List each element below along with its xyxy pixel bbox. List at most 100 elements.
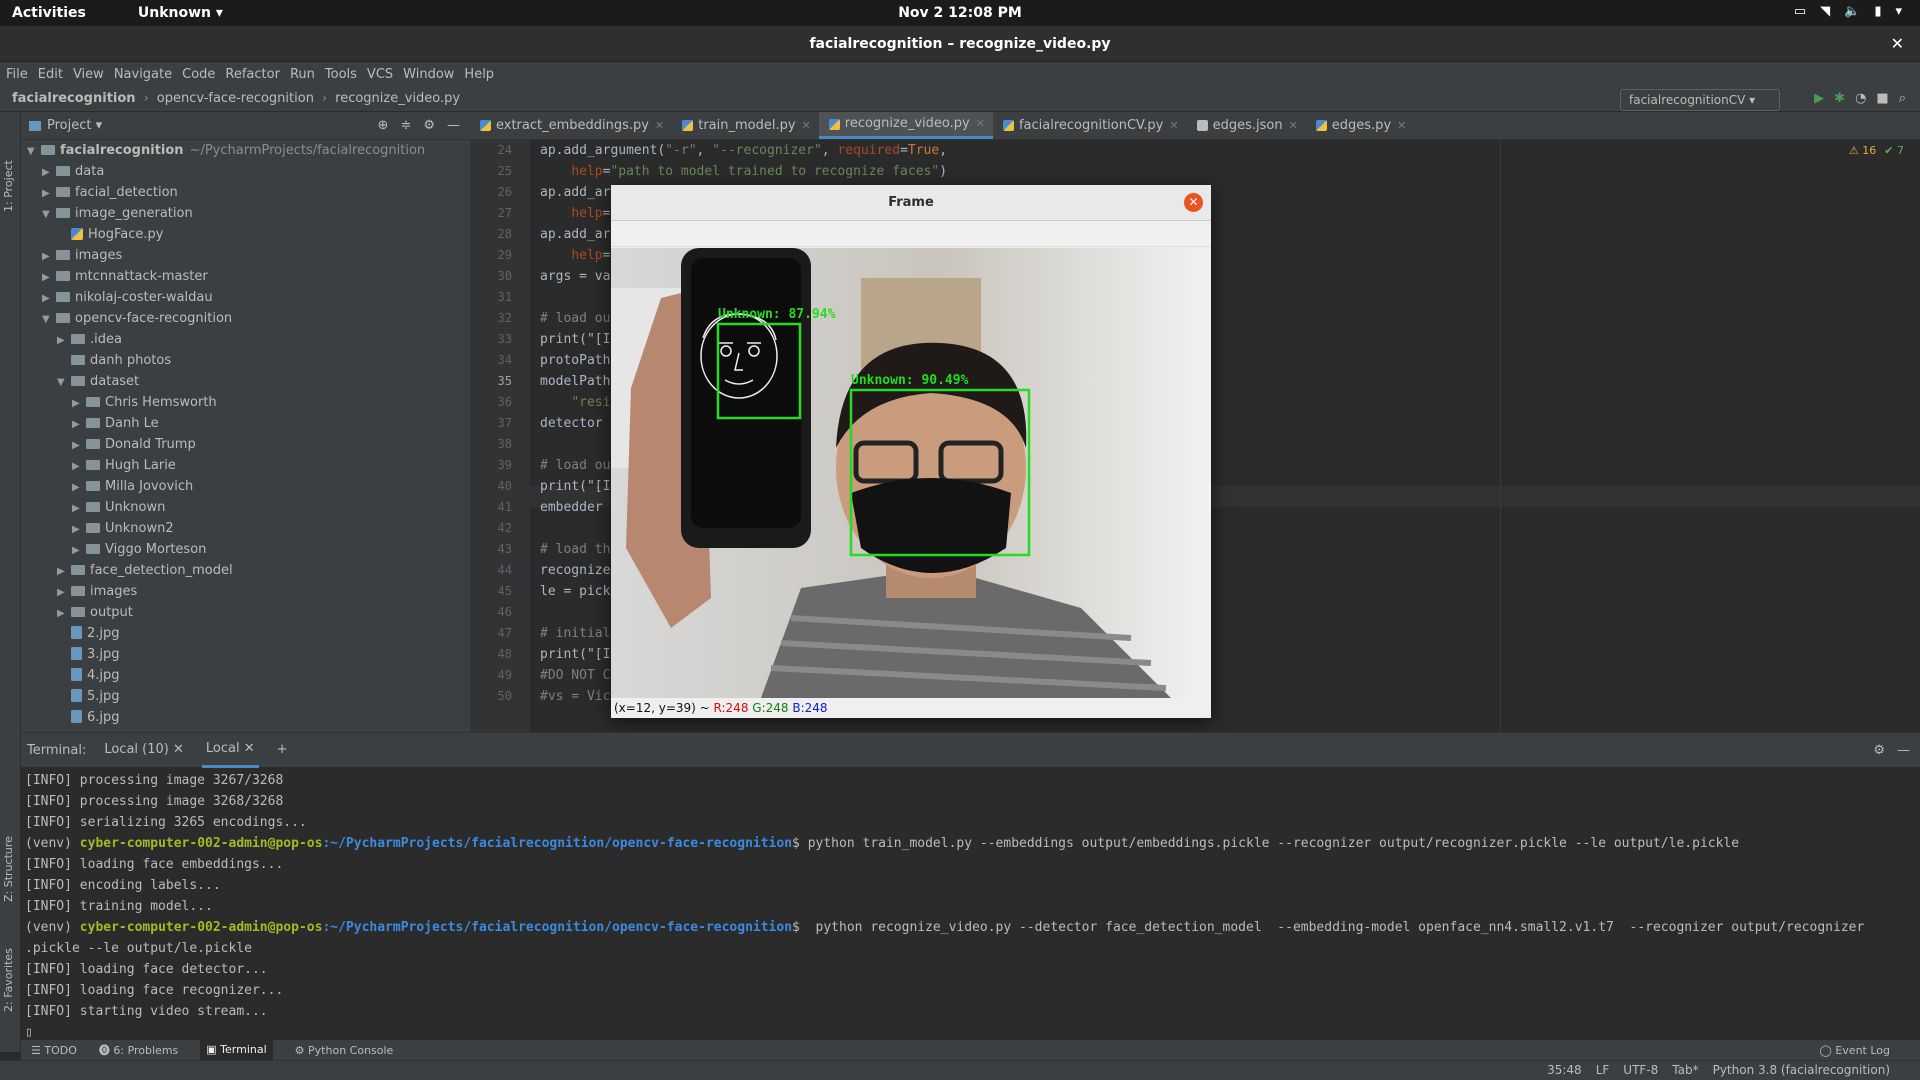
coverage-icon[interactable]: ◔ bbox=[1855, 91, 1866, 106]
tree-folder[interactable]: ▶ nikolaj-coster-waldau bbox=[21, 287, 470, 308]
minimize-icon[interactable]: — bbox=[447, 118, 460, 133]
warning-count[interactable]: ⚠ 16 bbox=[1849, 144, 1876, 157]
search-icon[interactable]: ⌕ bbox=[1899, 91, 1906, 106]
editor-tab[interactable]: train_model.py ✕ bbox=[672, 112, 819, 139]
expand-icon[interactable]: ▶ bbox=[72, 456, 86, 477]
status-item[interactable]: LF bbox=[1596, 1063, 1610, 1077]
tree-file[interactable]: 2.jpg bbox=[21, 623, 470, 644]
tree-folder[interactable]: ▶ Hugh Larie bbox=[21, 455, 470, 476]
clock[interactable]: Nov 2 12:08 PM bbox=[0, 5, 1920, 21]
expand-icon[interactable]: ▶ bbox=[42, 288, 56, 309]
editor-tab[interactable]: edges.json ✕ bbox=[1187, 112, 1306, 139]
stop-icon[interactable]: ■ bbox=[1876, 91, 1888, 106]
menu-item-code[interactable]: Code bbox=[182, 67, 215, 82]
expand-icon[interactable]: ▼ bbox=[27, 141, 41, 162]
tree-folder[interactable]: ▼ image_generation bbox=[21, 203, 470, 224]
status-item[interactable]: UTF-8 bbox=[1623, 1063, 1658, 1077]
run-icon[interactable]: ▶ bbox=[1814, 91, 1824, 106]
tree-folder[interactable]: ▶ mtcnnattack-master bbox=[21, 266, 470, 287]
menu-item-view[interactable]: View bbox=[73, 67, 104, 82]
inspection-widget[interactable]: ⚠ 16 ✔ 7 bbox=[1849, 144, 1904, 157]
new-terminal-button[interactable]: + bbox=[273, 734, 292, 766]
breadcrumb-root[interactable]: facialrecognition bbox=[12, 91, 136, 106]
tree-folder[interactable]: ▶ Donald Trump bbox=[21, 434, 470, 455]
terminal-output[interactable]: [INFO] processing image 3267/3268 [INFO] … bbox=[21, 767, 1920, 1046]
tree-folder[interactable]: ▶ Milla Jovovich bbox=[21, 476, 470, 497]
close-icon[interactable]: ✕ bbox=[1169, 112, 1178, 140]
expand-icon[interactable]: ▶ bbox=[72, 477, 86, 498]
tree-file[interactable]: 6.jpg bbox=[21, 707, 470, 728]
menu-item-edit[interactable]: Edit bbox=[38, 67, 63, 82]
status-item[interactable]: 35:48 bbox=[1547, 1063, 1582, 1077]
tree-folder[interactable]: ▶ Chris Hemsworth bbox=[21, 392, 470, 413]
gear-icon[interactable]: ⚙ bbox=[1873, 743, 1885, 758]
breadcrumb-file[interactable]: recognize_video.py bbox=[335, 91, 460, 106]
favorites-tool-button[interactable]: 2: Favorites bbox=[2, 948, 15, 1012]
tree-folder[interactable]: danh photos bbox=[21, 350, 470, 371]
editor-tab[interactable]: recognize_video.py ✕ bbox=[818, 110, 993, 139]
tree-folder[interactable]: ▶ images bbox=[21, 581, 470, 602]
window-close-button[interactable]: ✕ bbox=[1891, 26, 1904, 62]
expand-icon[interactable]: ▶ bbox=[42, 162, 56, 183]
expand-icon[interactable]: ▶ bbox=[42, 183, 56, 204]
bottom-tool-2[interactable]: ▣ Terminal bbox=[200, 1040, 273, 1060]
tree-file[interactable]: 3.jpg bbox=[21, 644, 470, 665]
tree-file[interactable]: HogFace.py bbox=[21, 224, 470, 245]
tree-folder[interactable]: ▶ Viggo Morteson bbox=[21, 539, 470, 560]
expand-icon[interactable]: ▶ bbox=[72, 540, 86, 561]
close-icon[interactable]: ✕ bbox=[169, 742, 184, 757]
tree-folder[interactable]: ▶ face_detection_model bbox=[21, 560, 470, 581]
expand-icon[interactable]: ▶ bbox=[72, 414, 86, 435]
terminal-tab[interactable]: Local ✕ bbox=[201, 733, 259, 768]
expand-icon[interactable]: ▶ bbox=[57, 330, 71, 351]
bottom-tool-1[interactable]: ⓿ 6: Problems bbox=[99, 1042, 178, 1058]
locate-icon[interactable]: ⊕ bbox=[378, 118, 389, 133]
expand-icon[interactable]: ▶ bbox=[57, 603, 71, 624]
menu-item-navigate[interactable]: Navigate bbox=[114, 67, 172, 82]
tree-file[interactable]: 5.jpg bbox=[21, 686, 470, 707]
tree-folder[interactable]: ▶ .idea bbox=[21, 329, 470, 350]
editor-tab[interactable]: facialrecognitionCV.py ✕ bbox=[993, 112, 1187, 139]
tree-folder[interactable]: ▶ Unknown2 bbox=[21, 518, 470, 539]
status-item[interactable]: Tab* bbox=[1672, 1063, 1698, 1077]
tree-folder[interactable]: ▶ data bbox=[21, 161, 470, 182]
expand-icon[interactable]: ▼ bbox=[57, 372, 71, 393]
terminal-tab[interactable]: Local (10) ✕ bbox=[100, 734, 188, 766]
display-icon[interactable]: ▭ bbox=[1794, 4, 1806, 19]
tree-folder[interactable]: ▶ Danh Le bbox=[21, 413, 470, 434]
close-icon[interactable]: ✕ bbox=[976, 110, 985, 138]
bottom-tool-0[interactable]: ☰ TODO bbox=[31, 1044, 77, 1057]
expand-icon[interactable]: ▼ bbox=[42, 309, 56, 330]
close-icon[interactable]: ✕ bbox=[1397, 112, 1406, 140]
minimize-icon[interactable]: — bbox=[1897, 743, 1910, 758]
editor-tab[interactable]: extract_embeddings.py ✕ bbox=[470, 112, 672, 139]
close-icon[interactable]: ✕ bbox=[1289, 112, 1298, 140]
structure-tool-button[interactable]: Z: Structure bbox=[2, 836, 15, 902]
expand-icon[interactable]: ▼ bbox=[42, 204, 56, 225]
menu-item-help[interactable]: Help bbox=[464, 67, 494, 82]
menu-item-vcs[interactable]: VCS bbox=[367, 67, 393, 82]
expand-icon[interactable]: ▶ bbox=[42, 267, 56, 288]
gear-icon[interactable]: ⚙ bbox=[423, 118, 435, 133]
menu-item-window[interactable]: Window bbox=[403, 67, 454, 82]
expand-icon[interactable]: ▶ bbox=[72, 498, 86, 519]
menu-item-tools[interactable]: Tools bbox=[325, 67, 357, 82]
tree-folder[interactable]: ▼ facialrecognition ~/PycharmProjects/faci… bbox=[21, 140, 470, 161]
app-menu[interactable]: Unknown ▾ bbox=[138, 5, 223, 21]
tree-folder[interactable]: ▼ opencv-face-recognition bbox=[21, 308, 470, 329]
menu-item-run[interactable]: Run bbox=[290, 67, 315, 82]
tree-folder[interactable]: ▶ images bbox=[21, 245, 470, 266]
breadcrumb-dir[interactable]: opencv-face-recognition bbox=[157, 91, 314, 106]
debug-icon[interactable]: ✱ bbox=[1834, 91, 1845, 106]
close-icon[interactable]: ✕ bbox=[802, 112, 811, 140]
expand-icon[interactable]: ▶ bbox=[57, 561, 71, 582]
video-frame[interactable]: Unknown: 87.94% Unknown: 90.49% bbox=[611, 248, 1211, 698]
collapse-all-icon[interactable]: ≑ bbox=[400, 118, 411, 133]
ok-count[interactable]: ✔ 7 bbox=[1884, 144, 1904, 157]
tree-file[interactable]: 4.jpg bbox=[21, 665, 470, 686]
project-tool-button[interactable]: 1: Project bbox=[2, 160, 15, 212]
run-configuration-select[interactable]: facialrecognitionCV ▾ bbox=[1620, 89, 1780, 111]
tree-folder[interactable]: ▼ dataset bbox=[21, 371, 470, 392]
close-icon[interactable]: ✕ bbox=[655, 112, 664, 140]
expand-icon[interactable]: ▶ bbox=[57, 582, 71, 603]
